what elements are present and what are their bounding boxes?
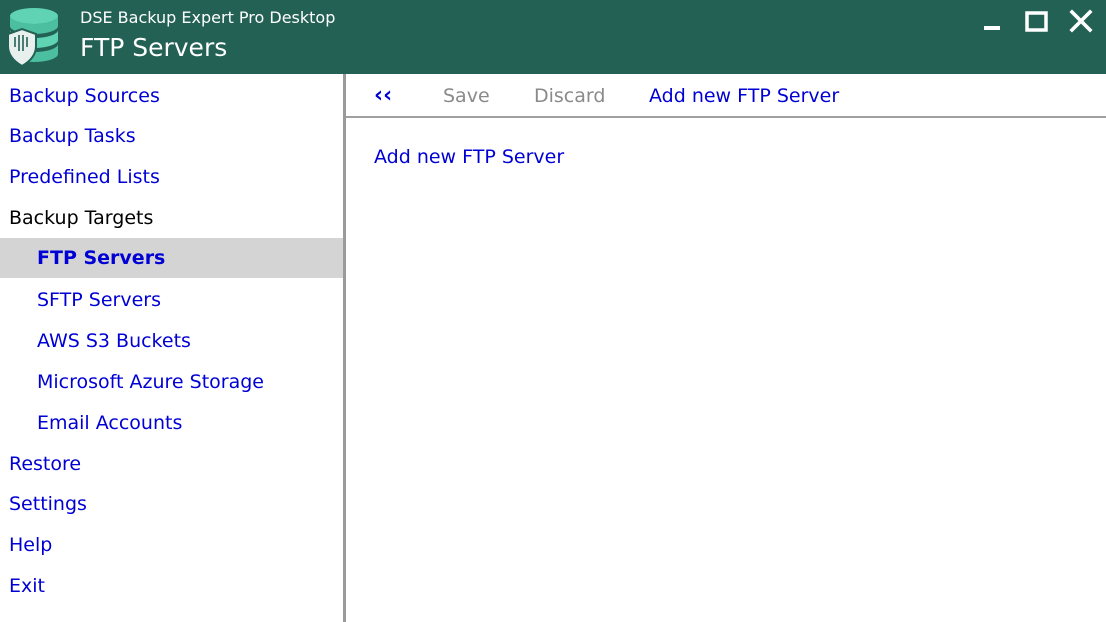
add-ftp-server-link[interactable]: Add new FTP Server — [374, 146, 564, 168]
sidebar-item-help[interactable]: Help — [0, 525, 343, 565]
sidebar: Backup Sources Backup Tasks Predefined L… — [0, 74, 343, 622]
sidebar-item-email-accounts[interactable]: Email Accounts — [0, 403, 343, 443]
add-ftp-server-button[interactable]: Add new FTP Server — [649, 74, 839, 116]
database-shield-icon — [7, 8, 58, 68]
close-icon[interactable] — [1066, 8, 1096, 38]
sidebar-item-sftp-servers[interactable]: SFTP Servers — [0, 280, 343, 320]
app-name: DSE Backup Expert Pro Desktop — [80, 8, 336, 27]
discard-button[interactable]: Discard — [534, 74, 605, 116]
sidebar-divider[interactable] — [343, 74, 346, 622]
sidebar-item-predefined-lists[interactable]: Predefined Lists — [0, 157, 343, 197]
maximize-icon[interactable] — [1021, 8, 1051, 38]
save-button[interactable]: Save — [443, 74, 490, 116]
sidebar-item-ftp-servers[interactable]: FTP Servers — [0, 238, 343, 278]
sidebar-item-backup-tasks[interactable]: Backup Tasks — [0, 116, 343, 156]
page-title: FTP Servers — [80, 33, 228, 62]
toolbar-divider — [346, 116, 1106, 118]
sidebar-item-settings[interactable]: Settings — [0, 484, 343, 524]
title-bar: DSE Backup Expert Pro Desktop FTP Server… — [0, 0, 1106, 74]
sidebar-item-restore[interactable]: Restore — [0, 444, 343, 484]
minimize-icon[interactable] — [977, 8, 1007, 38]
sidebar-item-exit[interactable]: Exit — [0, 566, 343, 606]
sidebar-item-backup-sources[interactable]: Backup Sources — [0, 76, 343, 116]
back-button[interactable]: ‹‹ — [374, 74, 392, 116]
app-window: DSE Backup Expert Pro Desktop FTP Server… — [0, 0, 1106, 622]
sidebar-section-backup-targets: Backup Targets — [9, 207, 154, 229]
sidebar-item-aws-s3-buckets[interactable]: AWS S3 Buckets — [0, 321, 343, 361]
toolbar: ‹‹ Save Discard Add new FTP Server — [346, 74, 1106, 116]
sidebar-item-azure-storage[interactable]: Microsoft Azure Storage — [0, 362, 343, 402]
